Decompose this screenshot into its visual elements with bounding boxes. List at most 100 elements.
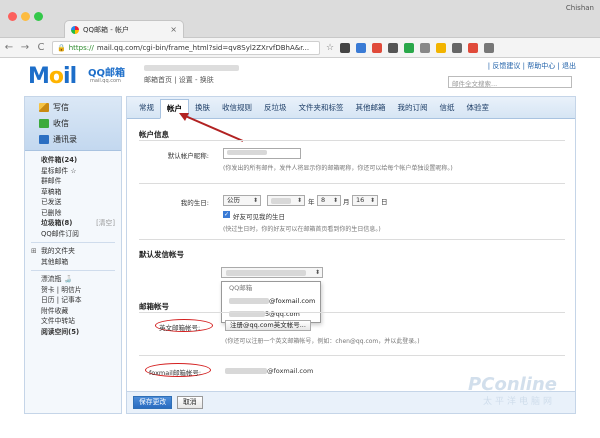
watermark-logo: PConline <box>468 374 557 395</box>
compose-button[interactable]: 写信 <box>39 102 69 113</box>
sender-section-title: 默认发信帐号 <box>139 250 184 259</box>
sidebar-item-reading[interactable]: 阅读空间(5) <box>25 327 121 338</box>
divider <box>139 312 565 313</box>
watermark-text: 太平洋电脑网 <box>482 397 555 407</box>
close-tab-icon[interactable]: × <box>170 25 177 34</box>
sidebar-item-attachments[interactable]: 附件收藏 <box>25 306 121 317</box>
divider <box>31 242 115 243</box>
sidebar-item-cards[interactable]: 贺卡 | 明信片 <box>25 285 121 296</box>
year-sep: 年 <box>308 198 315 206</box>
address-toolbar: ← → C 🔒 https://mail.qq.com/cgi-bin/fram… <box>0 38 600 58</box>
sender-dropdown: QQ邮箱 @foxmail.com 5@qq.com <box>221 281 321 323</box>
contacts-button[interactable]: 通讯录 <box>39 134 77 145</box>
extension-icon[interactable] <box>340 42 351 53</box>
extension-icon[interactable] <box>388 42 399 53</box>
sidebar-item-group-mail[interactable]: 群邮件 <box>25 176 121 187</box>
annotation-arrow-icon <box>179 113 244 142</box>
close-window-button[interactable] <box>8 12 17 21</box>
extension-icon[interactable] <box>356 42 367 53</box>
sidebar-item-starred[interactable]: 星标邮件 ☆ <box>25 166 121 177</box>
logo-cn-text: QQ邮箱 <box>88 68 126 79</box>
mail-header: Moil QQ邮箱 mail.qq.com 邮箱首页 | 设置 - 换肤 | 反… <box>24 58 576 94</box>
sidebar-item-other-mailboxes[interactable]: 其他邮箱 <box>25 257 121 268</box>
sidebar-item-drift-bottle[interactable]: 漂流瓶 🍶 <box>25 274 121 285</box>
sidebar-item-subscriptions[interactable]: QQ邮件订阅 <box>25 229 121 240</box>
header-links[interactable]: 邮箱首页 | 设置 - 换肤 <box>144 75 214 85</box>
top-links[interactable]: | 反馈建议 | 帮助中心 | 退出 <box>488 61 576 71</box>
contacts-icon <box>39 135 49 144</box>
year-select[interactable]: ⬍ <box>267 195 305 206</box>
browser-tab[interactable]: QQ邮箱 - 帐户 × <box>64 20 184 38</box>
sidebar-item-calendar[interactable]: 日历 | 记事本 <box>25 295 121 306</box>
tab-general[interactable]: 常规 <box>133 102 160 118</box>
birthday-note: (快过生日时，你的好友可以在邮箱首页看到你的生日信息。) <box>223 226 381 233</box>
divider <box>139 239 565 240</box>
extension-icon[interactable] <box>452 42 463 53</box>
reload-icon[interactable]: C <box>36 42 46 53</box>
tab-other-mailboxes[interactable]: 其他邮箱 <box>350 102 392 118</box>
tab-stationery[interactable]: 信纸 <box>434 102 461 118</box>
qq-mail-favicon-icon <box>71 25 79 34</box>
foxmail-account-value: @foxmail.com <box>225 367 313 375</box>
back-icon[interactable]: ← <box>4 42 14 53</box>
qq-mail-logo[interactable]: Moil <box>28 64 77 89</box>
tab-labs[interactable]: 体验室 <box>461 102 496 118</box>
tab-folders[interactable]: 文件夹和标签 <box>293 102 350 118</box>
sidebar-item-file-transfer[interactable]: 文件中转站 <box>25 316 121 327</box>
profile-name[interactable]: Chishan <box>566 4 594 12</box>
day-sep: 日 <box>381 198 388 206</box>
save-button[interactable]: 保存更改 <box>133 396 173 409</box>
pencil-icon <box>39 103 49 112</box>
extension-icon[interactable] <box>436 42 447 53</box>
dropdown-option[interactable]: QQ邮箱 <box>222 282 320 295</box>
nickname-label: 默认帐户昵称: <box>167 152 209 160</box>
dropdown-option[interactable]: @foxmail.com <box>222 295 320 308</box>
minimize-window-button[interactable] <box>21 12 30 21</box>
lock-icon: 🔒 <box>57 43 66 52</box>
extension-icon[interactable] <box>372 42 383 53</box>
divider <box>139 140 565 141</box>
menu-icon[interactable] <box>484 42 495 53</box>
divider <box>139 355 565 356</box>
url-scheme: https:// <box>68 43 94 52</box>
extension-icon[interactable] <box>468 42 479 53</box>
logo-sub-text: mail.qq.com <box>90 78 121 84</box>
extension-icon[interactable] <box>404 42 415 53</box>
sidebar-item-inbox[interactable]: 收件箱(24) <box>25 155 121 166</box>
zoom-window-button[interactable] <box>34 12 43 21</box>
calendar-type-select[interactable]: 公历 ⬍ <box>223 195 261 206</box>
inbox-button[interactable]: 收信 <box>39 118 69 129</box>
english-account-note: (你还可以注册一个英文邮箱帐号，例如：chen@qq.com，并以此登录。) <box>225 338 420 345</box>
cancel-button[interactable]: 取消 <box>177 396 203 409</box>
tab-title: QQ邮箱 - 帐户 <box>83 25 129 34</box>
url-bar[interactable]: 🔒 https://mail.qq.com/cgi-bin/frame_html… <box>52 40 320 55</box>
url-text: mail.qq.com/cgi-bin/frame_html?sid=qv8Sy… <box>96 43 310 52</box>
sidebar-item-drafts[interactable]: 草稿箱 <box>25 187 121 198</box>
register-english-account-button[interactable]: 注册@qq.com英文帐号... <box>225 320 311 331</box>
month-select[interactable]: 8 ⬍ <box>317 195 341 206</box>
sidebar-item-spam[interactable]: 垃圾箱(8) [清空] <box>25 218 121 229</box>
empty-spam-link[interactable]: [清空] <box>96 218 115 229</box>
search-input[interactable]: 邮件全文搜索... <box>448 76 572 88</box>
sidebar-item-deleted[interactable]: 已删除 <box>25 208 121 219</box>
default-sender-select[interactable]: ⬍ <box>221 267 323 278</box>
browser-tabbar: QQ邮箱 - 帐户 × Chishan <box>0 0 600 38</box>
tab-subscriptions[interactable]: 我的订阅 <box>392 102 434 118</box>
birthday-visible-checkbox[interactable]: ✓ <box>223 211 230 218</box>
nickname-note: (你发出的所有邮件，发件人将显示你的邮箱昵称，你还可以给每个帐户单独设置昵称。) <box>223 165 453 172</box>
divider <box>139 183 565 184</box>
sidebar-item-my-folders[interactable]: ⊞ 我的文件夹 <box>25 246 121 257</box>
day-select[interactable]: 16 ⬍ <box>352 195 378 206</box>
extension-icon[interactable] <box>420 42 431 53</box>
compose-label: 写信 <box>53 103 69 112</box>
user-account-blurred <box>144 65 239 71</box>
sidebar-item-sent[interactable]: 已发送 <box>25 197 121 208</box>
sidebar-actions: 写信 收信 通讯录 <box>25 97 121 151</box>
forward-icon[interactable]: → <box>20 42 30 53</box>
bookmark-star-icon[interactable]: ☆ <box>326 43 334 53</box>
sidebar: 写信 收信 通讯录 收件箱(24) 星标邮件 ☆ 群邮件 草稿箱 已发送 已删除… <box>24 96 122 414</box>
expand-icon[interactable]: ⊞ <box>31 246 37 257</box>
nickname-input[interactable] <box>223 148 301 159</box>
tab-antispam[interactable]: 反垃圾 <box>258 102 293 118</box>
account-section-title: 帐户信息 <box>139 130 169 139</box>
